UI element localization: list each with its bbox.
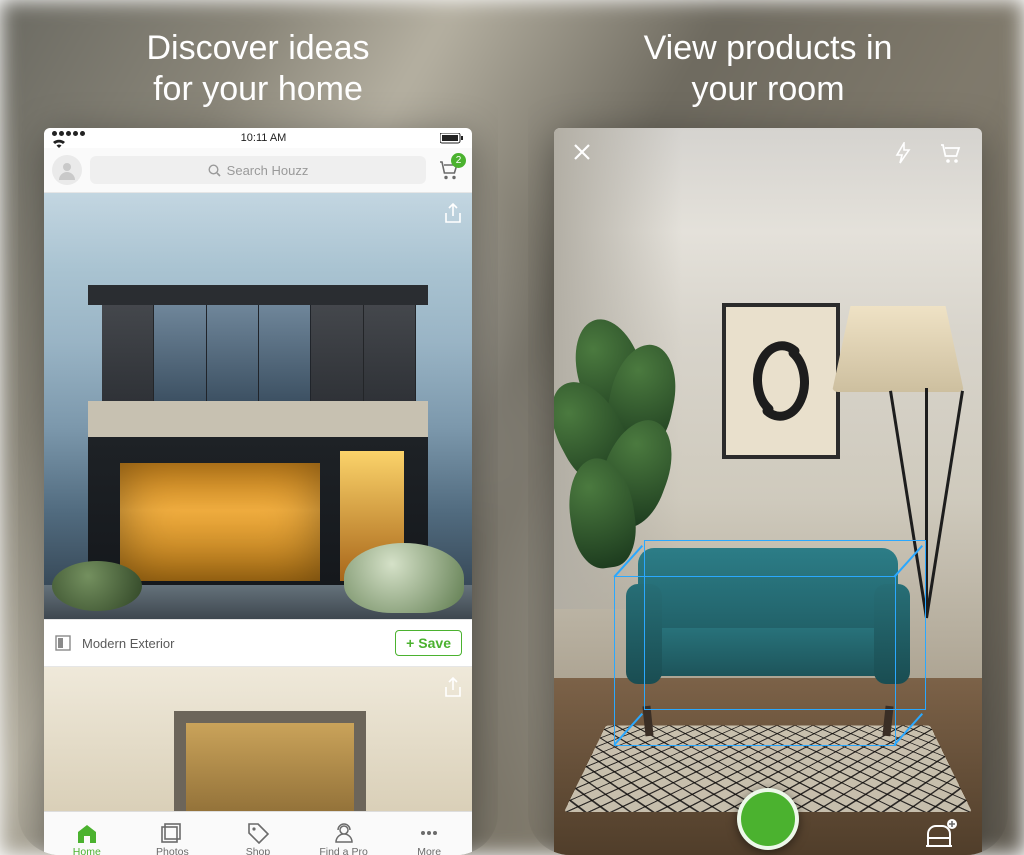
add-product-button[interactable]: [924, 818, 958, 848]
floor-lamp: [832, 306, 964, 392]
phone-mockup-left: 10:11 AM Search Houzz 2: [44, 128, 472, 855]
plus-icon: +: [406, 635, 414, 651]
tag-icon: [246, 822, 270, 844]
feed[interactable]: Modern Exterior + Save: [44, 193, 472, 813]
promo-right-panel: View products in your room: [528, 0, 1008, 855]
ar-bottom-bar: [554, 788, 982, 850]
battery-icon: [440, 133, 464, 144]
tab-home[interactable]: Home: [44, 812, 130, 855]
profile-avatar[interactable]: [52, 155, 82, 185]
share-icon[interactable]: [444, 203, 462, 225]
tab-pro-label: Find a Pro: [319, 846, 367, 855]
photo-card-bar: Modern Exterior + Save: [44, 619, 472, 667]
promo-left-title: Discover ideas for your home: [18, 0, 498, 130]
tab-find-a-pro[interactable]: Find a Pro: [301, 812, 387, 855]
share-icon[interactable]: [444, 677, 462, 699]
wall-art: [722, 303, 840, 459]
status-bar: 10:11 AM: [44, 128, 472, 148]
photo-card-title: Modern Exterior: [82, 636, 174, 651]
tab-shop-label: Shop: [246, 846, 271, 855]
title-line-1: Discover ideas: [147, 29, 370, 67]
person-icon: [57, 160, 77, 180]
tab-shop[interactable]: Shop: [215, 812, 301, 855]
flash-icon[interactable]: [894, 142, 912, 164]
ideabook-icon: [54, 634, 72, 652]
tab-more-label: More: [417, 846, 441, 855]
ar-top-bar: [554, 142, 982, 164]
ar-screen: [554, 128, 982, 855]
save-label: Save: [418, 635, 451, 651]
cart-badge: 2: [451, 153, 466, 168]
promo-left-panel: Discover ideas for your home 10:11 AM Se…: [18, 0, 498, 855]
search-icon: [208, 164, 221, 177]
search-input[interactable]: Search Houzz: [90, 156, 426, 184]
capture-button[interactable]: [737, 788, 799, 850]
ar-product-sofa[interactable]: [628, 548, 908, 718]
tab-more[interactable]: More: [386, 812, 472, 855]
search-placeholder: Search Houzz: [227, 163, 309, 178]
promo-right-title: View products in your room: [528, 0, 1008, 130]
tab-home-label: Home: [73, 846, 101, 855]
photos-icon: [160, 822, 184, 844]
tab-photos[interactable]: Photos: [130, 812, 216, 855]
photo-card-image[interactable]: [44, 193, 472, 619]
signal-dots-icon: [52, 128, 87, 149]
save-button[interactable]: + Save: [395, 630, 462, 656]
title-line-2: for your home: [153, 70, 363, 108]
more-icon: [417, 822, 441, 844]
title-line-2: your room: [691, 70, 844, 108]
tab-photos-label: Photos: [156, 846, 189, 855]
home-icon: [75, 822, 99, 844]
cart-icon[interactable]: [938, 142, 964, 164]
tab-bar: Home Photos Shop Find a Pro More: [44, 811, 472, 855]
title-line-1: View products in: [644, 29, 893, 67]
close-icon[interactable]: [572, 142, 592, 164]
status-time: 10:11 AM: [241, 132, 287, 144]
photo-card-image-2[interactable]: [44, 667, 472, 813]
cart-button[interactable]: 2: [434, 155, 464, 185]
pro-icon: [332, 822, 356, 844]
app-header: Search Houzz 2: [44, 148, 472, 193]
